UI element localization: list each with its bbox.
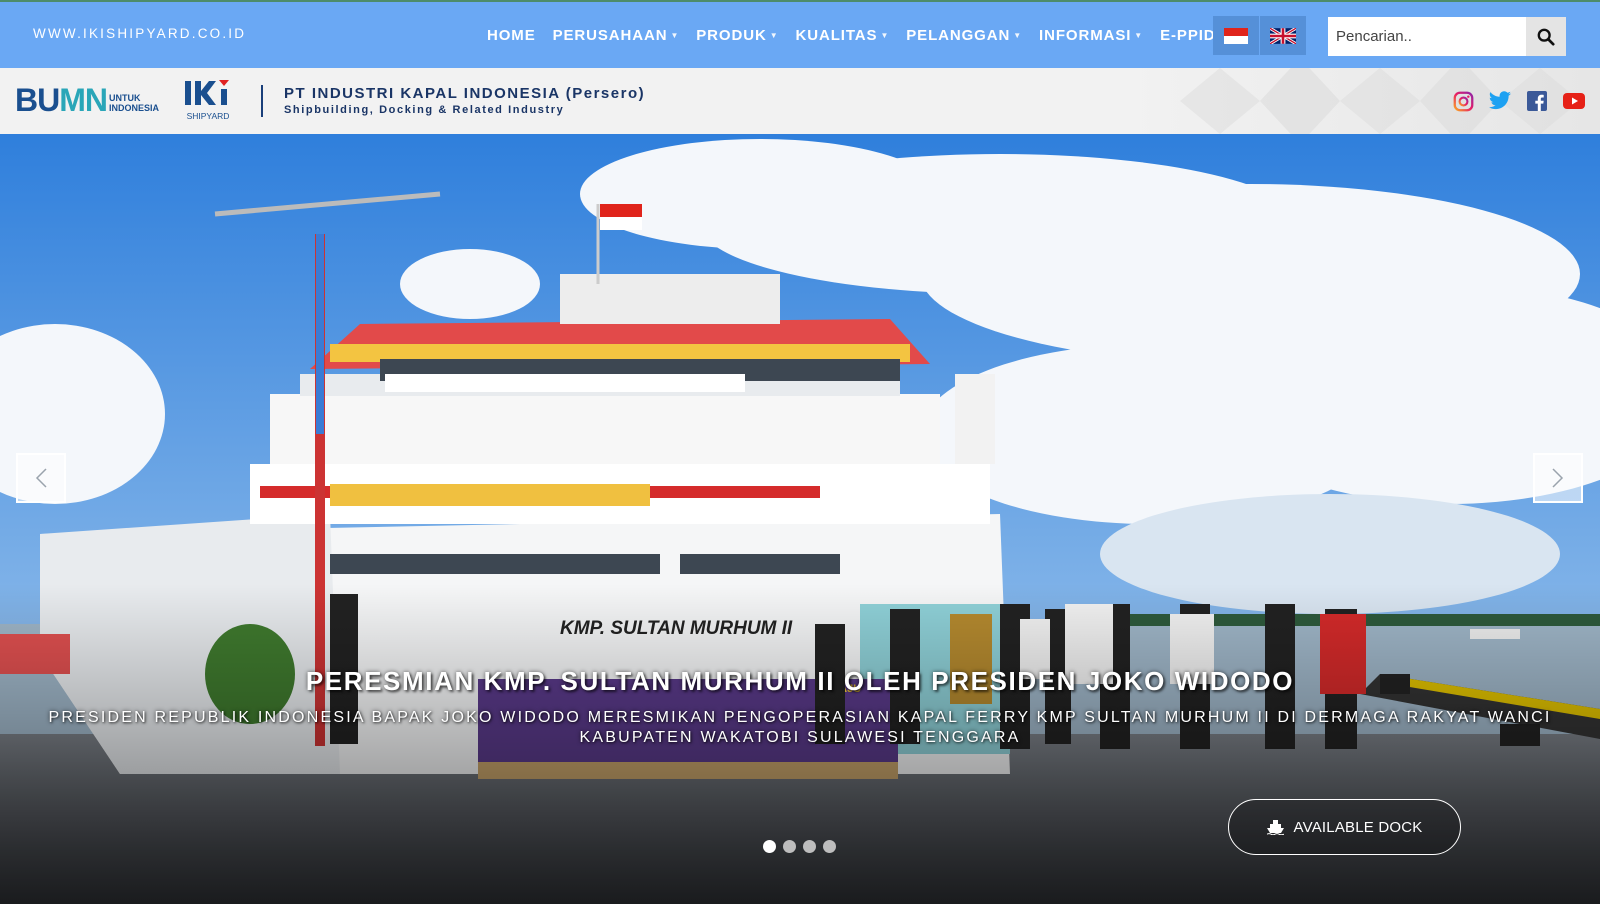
chevron-down-icon: ▼ bbox=[670, 30, 680, 40]
top-navbar: WWW.IKISHIPYARD.CO.ID HOME PERUSAHAAN ▼ P… bbox=[0, 0, 1600, 68]
ship-icon bbox=[1266, 819, 1284, 835]
nav-kualitas-label: KUALITAS bbox=[795, 26, 878, 44]
flag-indonesia-icon bbox=[1224, 27, 1248, 44]
iki-shipyard-logo[interactable]: SHIPYARD bbox=[185, 80, 231, 121]
nav-eppid[interactable]: E-PPID bbox=[1160, 27, 1215, 44]
nav-pelanggan[interactable]: PELANGGAN ▼ bbox=[906, 27, 1022, 44]
language-switcher bbox=[1213, 16, 1307, 55]
site-url[interactable]: WWW.IKISHIPYARD.CO.ID bbox=[33, 26, 246, 41]
social-links bbox=[1451, 90, 1599, 112]
youtube-link[interactable] bbox=[1562, 90, 1586, 112]
instagram-link[interactable] bbox=[1451, 90, 1475, 112]
search-input[interactable] bbox=[1328, 17, 1526, 56]
chevron-left-icon bbox=[35, 468, 47, 488]
hero-background-image: KMP. SULTAN MURHUM II MAJU bbox=[0, 134, 1600, 904]
slide-title: PERESMIAN KMP. SULTAN MURHUM II OLEH PRE… bbox=[305, 666, 1295, 696]
available-dock-button[interactable]: AVAILABLE DOCK bbox=[1228, 799, 1461, 855]
slider-dot-3[interactable] bbox=[803, 840, 816, 853]
nav-informasi[interactable]: INFORMASI ▼ bbox=[1039, 27, 1143, 44]
company-name: PT INDUSTRI KAPAL INDONESIA (Persero) bbox=[284, 85, 646, 102]
company-tagline: Shipbuilding, Docking & Related Industry bbox=[284, 104, 565, 116]
slider-dot-4[interactable] bbox=[823, 840, 836, 853]
chevron-down-icon: ▼ bbox=[769, 30, 779, 40]
iki-logo-sub: SHIPYARD bbox=[186, 111, 230, 121]
nav-home[interactable]: HOME bbox=[487, 27, 536, 44]
youtube-icon bbox=[1563, 93, 1585, 109]
slider-dot-1[interactable] bbox=[763, 840, 776, 853]
nav-kualitas[interactable]: KUALITAS ▼ bbox=[796, 27, 890, 44]
main-nav: HOME PERUSAHAAN ▼ PRODUK ▼ KUALITAS ▼ PELAN… bbox=[487, 2, 1233, 68]
bumn-logo-word: BUMN bbox=[15, 82, 108, 118]
bumn-logo[interactable]: BUMN UNTUK INDONESIA bbox=[15, 84, 159, 116]
iki-logo-mark bbox=[185, 80, 229, 105]
available-dock-label: AVAILABLE DOCK bbox=[1293, 818, 1423, 836]
search-icon bbox=[1537, 28, 1555, 46]
nav-perusahaan[interactable]: PERUSAHAAN ▼ bbox=[553, 27, 680, 44]
hero-slider: KMP. SULTAN MURHUM II MAJU bbox=[0, 134, 1600, 904]
brand-divider bbox=[261, 85, 263, 117]
twitter-link[interactable] bbox=[1488, 90, 1512, 112]
brand-bar: BUMN UNTUK INDONESIA SHIPYARD PT INDUSTRI… bbox=[0, 68, 1600, 134]
facebook-link[interactable] bbox=[1525, 90, 1549, 112]
nav-produk[interactable]: PRODUK ▼ bbox=[696, 27, 778, 44]
slide-subtitle: PRESIDEN REPUBLIK INDONESIA BAPAK JOKO W… bbox=[48, 709, 1552, 746]
chevron-down-icon: ▼ bbox=[880, 30, 890, 40]
nav-eppid-label: E-PPID bbox=[1160, 26, 1216, 44]
chevron-down-icon: ▼ bbox=[1013, 30, 1023, 40]
nav-home-label: HOME bbox=[487, 26, 536, 44]
nav-pelanggan-label: PELANGGAN bbox=[906, 26, 1011, 44]
slider-pagination bbox=[763, 840, 843, 853]
twitter-icon bbox=[1488, 91, 1511, 110]
chevron-right-icon bbox=[1552, 468, 1564, 488]
slider-dot-2[interactable] bbox=[783, 840, 796, 853]
nav-informasi-label: INFORMASI bbox=[1039, 26, 1132, 44]
flag-uk-icon bbox=[1270, 27, 1296, 44]
nav-perusahaan-label: PERUSAHAAN bbox=[552, 26, 668, 44]
slider-prev-button[interactable] bbox=[16, 453, 66, 503]
instagram-icon bbox=[1453, 91, 1473, 111]
search-box bbox=[1328, 17, 1566, 56]
language-english-button[interactable] bbox=[1260, 16, 1306, 55]
chevron-down-icon: ▼ bbox=[1134, 30, 1144, 40]
bumn-logo-sub: UNTUK INDONESIA bbox=[108, 93, 159, 113]
language-indonesia-button[interactable] bbox=[1213, 16, 1259, 55]
nav-produk-label: PRODUK bbox=[696, 26, 767, 44]
search-button[interactable] bbox=[1526, 17, 1566, 56]
slider-next-button[interactable] bbox=[1533, 453, 1583, 503]
company-info: PT INDUSTRI KAPAL INDONESIA (Persero) Sh… bbox=[284, 85, 645, 116]
facebook-icon bbox=[1527, 91, 1547, 111]
